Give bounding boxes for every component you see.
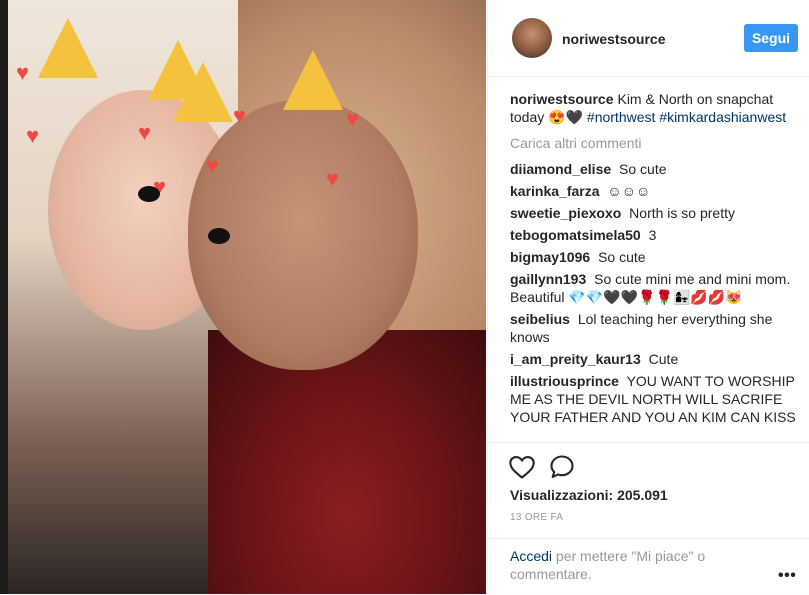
comment-item: karinka_farza ☺☺☺ — [510, 182, 802, 200]
avatar[interactable] — [512, 18, 552, 58]
more-options-icon[interactable]: ••• — [778, 567, 796, 585]
heart-sticker-icon: ♥ — [26, 123, 40, 148]
cat-ear-icon — [283, 50, 343, 110]
comment-text: Cute — [648, 351, 679, 367]
heart-sticker-icon: ♥ — [346, 106, 360, 131]
comment-item: tebogomatsimela50 3 — [510, 226, 802, 244]
heart-sticker-icon: ♥ — [326, 166, 340, 191]
heart-sticker-icon: ♥ — [138, 120, 152, 145]
heart-outline-icon[interactable] — [508, 453, 536, 481]
comment-item: illustriousprince YOU WANT TO WORSHIP ME… — [510, 372, 802, 426]
post-sidebar: noriwestsource Segui noriwestsource Kim &… — [487, 0, 809, 594]
heart-sticker-icon: ♥ — [206, 153, 220, 178]
comment-item: diiamond_elise So cute — [510, 160, 802, 178]
load-more-comments-link[interactable]: Carica altri commenti — [510, 134, 802, 152]
cat-nose-icon — [138, 186, 160, 202]
views-count: Visualizzazioni: 205.091 — [510, 487, 668, 503]
post-photo[interactable]: ♥ ♥ ♥ ♥ ♥ ♥ ♥ ♥ — [8, 0, 486, 594]
comment-username[interactable]: sweetie_piexoxo — [510, 205, 621, 221]
login-text: Accedi per mettere "Mi piace" o commenta… — [510, 547, 750, 583]
comment-item: bigmay1096 So cute — [510, 248, 802, 266]
cat-ear-icon — [173, 62, 233, 122]
comment-text: So cute — [619, 161, 667, 177]
comment-username[interactable]: bigmay1096 — [510, 249, 590, 265]
comment-username[interactable]: diiamond_elise — [510, 161, 611, 177]
comment-text: North is so pretty — [629, 205, 735, 221]
header-username[interactable]: noriwestsource — [562, 31, 665, 47]
post-header: noriwestsource Segui — [488, 0, 809, 77]
cat-nose-icon — [208, 228, 230, 244]
comment-item: i_am_preity_kaur13 Cute — [510, 350, 802, 368]
comment-username[interactable]: i_am_preity_kaur13 — [510, 351, 641, 367]
comment-item: seibelius Lol teaching her everything sh… — [510, 310, 802, 346]
heart-sticker-icon: ♥ — [233, 103, 247, 128]
post-actions: Visualizzazioni: 205.091 13 ORE FA Acced… — [488, 442, 809, 595]
comment-username[interactable]: illustriousprince — [510, 373, 619, 389]
comment-text: So cute — [598, 249, 646, 265]
post-timestamp[interactable]: 13 ORE FA — [510, 512, 563, 523]
follow-button[interactable]: Segui — [744, 24, 798, 52]
comment-username[interactable]: karinka_farza — [510, 183, 600, 199]
comment-item: gaillynn193 So cute mini me and mini mom… — [510, 270, 802, 306]
photo-background-dress — [208, 330, 486, 594]
login-link[interactable]: Accedi — [510, 548, 552, 564]
comment-item: sweetie_piexoxo North is so pretty — [510, 204, 802, 222]
hashtag-link[interactable]: #kimkardashianwest — [659, 109, 786, 125]
instagram-post: ♥ ♥ ♥ ♥ ♥ ♥ ♥ ♥ noriwestsource Segui nor… — [0, 0, 809, 594]
heart-sticker-icon: ♥ — [16, 60, 30, 85]
comment-text: 3 — [648, 227, 657, 243]
cat-ear-icon — [38, 18, 98, 78]
login-prompt: Accedi per mettere "Mi piace" o commenta… — [488, 538, 809, 584]
speech-bubble-icon[interactable] — [548, 453, 576, 481]
post-caption: noriwestsource Kim & North on snapchat to… — [510, 90, 802, 126]
comments-list[interactable]: noriwestsource Kim & North on snapchat to… — [510, 90, 802, 442]
comment-username[interactable]: gaillynn193 — [510, 271, 586, 287]
caption-username[interactable]: noriwestsource — [510, 91, 613, 107]
page-edge — [0, 0, 8, 594]
comment-text: ☺☺☺ — [607, 183, 651, 199]
comment-username[interactable]: tebogomatsimela50 — [510, 227, 641, 243]
comment-username[interactable]: seibelius — [510, 311, 570, 327]
hashtag-link[interactable]: #northwest — [587, 109, 655, 125]
